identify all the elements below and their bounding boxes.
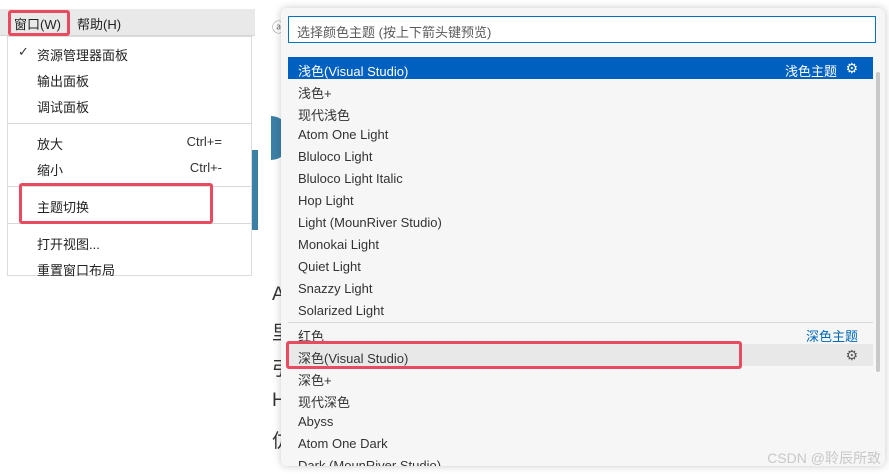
group-label-light: 浅色主题 <box>784 64 837 79</box>
menu-help[interactable]: 帮助(H) <box>77 14 121 33</box>
theme-item[interactable]: Atom One Light <box>288 123 873 145</box>
theme-picker: 选择颜色主题 (按上下箭头键预览) 浅色(Visual Studio) 浅色主题… <box>281 8 885 466</box>
theme-item-label: 浅色+ <box>298 86 332 101</box>
theme-item[interactable]: Snazzy Light <box>288 277 873 299</box>
menu-item-output[interactable]: 输出面板 <box>8 67 251 91</box>
theme-item[interactable]: Monokai Light <box>288 233 873 255</box>
theme-item-label: 现代浅色 <box>298 108 351 123</box>
menu-item-zoom-in[interactable]: 放大 Ctrl+= <box>8 130 251 154</box>
menu-item-label: 放大 <box>37 137 64 152</box>
theme-item[interactable]: 现代深色 <box>288 388 873 410</box>
menu-item-open-view[interactable]: 打开视图... <box>8 230 251 254</box>
theme-item-label: Solarized Light <box>298 303 384 318</box>
highlight-theme-switch <box>19 183 213 224</box>
background-editor-strip <box>252 150 258 230</box>
theme-item[interactable]: 深色+ <box>288 366 873 388</box>
group-label-dark: 深色主题 <box>805 329 858 344</box>
theme-item[interactable]: 现代浅色 <box>288 101 873 123</box>
theme-item[interactable]: Light (MounRiver Studio) <box>288 211 873 233</box>
theme-item-label: Hop Light <box>298 193 354 208</box>
checkmark-icon: ✓ <box>18 44 29 59</box>
theme-item[interactable]: Bluloco Light Italic <box>288 167 873 189</box>
theme-item-label: Monokai Light <box>298 237 379 252</box>
theme-item-light-visual-studio[interactable]: 浅色(Visual Studio) 浅色主题 ⚙ <box>288 57 873 79</box>
menu-separator <box>8 123 251 124</box>
theme-item[interactable]: Quiet Light <box>288 255 873 277</box>
theme-search-input[interactable]: 选择颜色主题 (按上下箭头键预览) <box>288 16 876 43</box>
theme-item-label: 现代深色 <box>298 395 351 410</box>
theme-item-label: Dark (MounRiver Studio) <box>298 458 442 466</box>
theme-item-label: Bluloco Light Italic <box>298 171 403 186</box>
watermark: CSDN @聆辰所致 <box>767 450 881 466</box>
theme-item-label: Light (MounRiver Studio) <box>298 215 442 230</box>
theme-item-label: Snazzy Light <box>298 281 373 296</box>
shortcut-label: Ctrl+- <box>189 160 222 175</box>
menu-item-debug[interactable]: 调试面板 <box>8 93 251 117</box>
menu-item-label: 缩小 <box>37 163 64 178</box>
theme-item[interactable]: Solarized Light <box>288 299 873 321</box>
gear-icon[interactable]: ⚙ <box>845 60 858 77</box>
menu-item-label: 重置窗口布局 <box>37 263 116 278</box>
theme-item[interactable]: Abyss <box>288 410 873 432</box>
scrollbar-thumb[interactable] <box>876 72 880 372</box>
theme-item-label: 深色+ <box>298 373 332 388</box>
menu-item-label: 资源管理器面板 <box>37 48 129 63</box>
highlight-window-menu <box>8 10 70 36</box>
window-menu-dropdown: ✓ 资源管理器面板 输出面板 调试面板 放大 Ctrl+= 缩小 Ctrl+- … <box>7 36 252 278</box>
theme-item-label: Atom One Dark <box>298 436 388 451</box>
menu-item-label: 打开视图... <box>37 237 100 252</box>
menu-item-zoom-out[interactable]: 缩小 Ctrl+- <box>8 156 251 180</box>
menu-item-reset-layout[interactable]: 重置窗口布局 <box>8 256 251 280</box>
theme-item-label: Quiet Light <box>298 259 361 274</box>
theme-item[interactable]: 浅色+ <box>288 79 873 101</box>
menu-item-explorer[interactable]: ✓ 资源管理器面板 <box>8 41 251 65</box>
shortcut-label: Ctrl+= <box>186 134 222 149</box>
gear-icon[interactable]: ⚙ <box>845 347 858 364</box>
theme-item[interactable]: Hop Light <box>288 189 873 211</box>
menu-item-label: 输出面板 <box>37 74 90 89</box>
theme-item-label: Bluloco Light <box>298 149 373 164</box>
theme-item-label: 浅色(Visual Studio) <box>298 64 409 79</box>
highlight-dark-theme <box>286 341 742 369</box>
theme-item[interactable]: Bluloco Light <box>288 145 873 167</box>
theme-item-label: Atom One Light <box>298 127 389 142</box>
theme-item-label: Abyss <box>298 414 334 429</box>
menu-item-label: 调试面板 <box>37 100 90 115</box>
